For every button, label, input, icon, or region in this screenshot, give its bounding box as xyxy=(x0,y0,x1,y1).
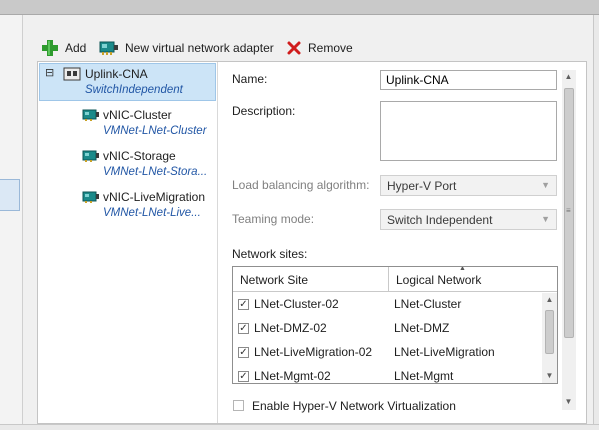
table-row[interactable]: ✓ LNet-LiveMigration-02 LNet-LiveMigrati… xyxy=(233,341,540,365)
tree-item-vnic-storage[interactable]: vNIC-Storage VMNet-LNet-Stora... xyxy=(80,147,216,183)
checkbox[interactable]: ✓ xyxy=(238,323,249,334)
form-scrollbar-thumb[interactable]: ≡ xyxy=(564,88,574,338)
column-header-logical-network[interactable]: Logical Network ▲ xyxy=(389,267,557,292)
load-balancing-label: Load balancing algorithm: xyxy=(232,178,370,192)
vnic-icon xyxy=(82,109,99,121)
logical-network-cell: LNet-Cluster xyxy=(394,297,462,311)
left-navigation-selected-item[interactable] xyxy=(0,179,20,211)
grip-icon: ≡ xyxy=(566,206,571,215)
tree-item-name: vNIC-Cluster xyxy=(103,108,172,122)
hnv-checkbox-label: Enable Hyper-V Network Virtualization xyxy=(252,399,456,413)
scroll-up-icon[interactable]: ▲ xyxy=(543,295,556,304)
sort-ascending-icon: ▲ xyxy=(459,266,466,272)
description-label: Description: xyxy=(232,104,296,118)
form-scrollbar[interactable]: ▲ ≡ ▼ xyxy=(562,70,576,410)
teaming-mode-label: Teaming mode: xyxy=(232,212,315,226)
add-button[interactable]: Add xyxy=(41,38,86,58)
tree-item-vnic-cluster[interactable]: vNIC-Cluster VMNet-LNet-Cluster xyxy=(80,106,216,142)
plus-icon xyxy=(42,40,58,56)
logical-network-cell: LNet-LiveMigration xyxy=(394,345,495,359)
window-right-border xyxy=(593,15,599,429)
network-site-cell: LNet-DMZ-02 xyxy=(254,321,327,335)
network-sites-grid: Network Site Logical Network ▲ ✓ LNet-Cl… xyxy=(232,266,558,384)
column-header-logical-network-label: Logical Network xyxy=(396,273,482,287)
name-input[interactable] xyxy=(380,70,557,90)
chevron-down-icon: ▼ xyxy=(541,180,550,190)
remove-button[interactable]: Remove xyxy=(286,38,353,58)
tree-item-vnic-livemigration[interactable]: vNIC-LiveMigration VMNet-LNet-Live... xyxy=(80,188,216,224)
new-virtual-network-adapter-button[interactable]: New virtual network adapter xyxy=(99,38,274,58)
teaming-mode-select[interactable]: Switch Independent ▼ xyxy=(380,209,557,230)
tree-item-name: vNIC-LiveMigration xyxy=(103,190,206,204)
network-site-cell: LNet-Cluster-02 xyxy=(254,297,339,311)
scroll-down-icon[interactable]: ▼ xyxy=(543,371,556,380)
tree-item-subtitle: SwitchIndependent xyxy=(85,84,183,96)
tree-item-name: vNIC-Storage xyxy=(103,149,176,163)
x-icon xyxy=(287,41,301,55)
remove-button-label: Remove xyxy=(308,41,353,55)
logical-network-cell: LNet-DMZ xyxy=(394,321,450,335)
chevron-down-icon: ▼ xyxy=(541,214,550,224)
load-balancing-value: Hyper-V Port xyxy=(387,179,457,193)
vnic-icon xyxy=(82,150,99,162)
column-header-network-site[interactable]: Network Site xyxy=(233,267,389,292)
teaming-mode-value: Switch Independent xyxy=(387,213,493,227)
window-top-band xyxy=(0,0,599,15)
network-site-cell: LNet-LiveMigration-02 xyxy=(254,345,373,359)
hnv-checkbox[interactable] xyxy=(233,400,244,411)
checkbox[interactable]: ✓ xyxy=(238,347,249,358)
tree-item-subtitle: VMNet-LNet-Cluster xyxy=(103,125,207,137)
logical-network-cell: LNet-Mgmt xyxy=(394,369,454,383)
load-balancing-select[interactable]: Hyper-V Port ▼ xyxy=(380,175,557,196)
scroll-up-icon[interactable]: ▲ xyxy=(562,72,575,81)
add-button-label: Add xyxy=(65,41,87,55)
network-adapter-icon xyxy=(99,41,118,55)
description-textarea[interactable] xyxy=(380,101,557,161)
network-sites-label: Network sites: xyxy=(232,247,308,261)
tree-item-name: Uplink-CNA xyxy=(85,67,148,81)
grid-scrollbar[interactable]: ▲ ▼ xyxy=(542,293,557,383)
tree-item-subtitle: VMNet-LNet-Stora... xyxy=(103,166,208,178)
name-label: Name: xyxy=(232,72,268,86)
grid-scrollbar-thumb[interactable] xyxy=(545,310,554,354)
network-site-cell: LNet-Mgmt-02 xyxy=(254,369,331,383)
tree-item-subtitle: VMNet-LNet-Live... xyxy=(103,207,201,219)
table-row[interactable]: ✓ LNet-Cluster-02 LNet-Cluster xyxy=(233,293,540,317)
collapse-toggle-icon[interactable]: ⊟ xyxy=(45,66,54,79)
scroll-down-icon[interactable]: ▼ xyxy=(562,397,575,406)
table-row[interactable]: ✓ LNet-Mgmt-02 LNet-Mgmt xyxy=(233,365,540,383)
network-card-icon xyxy=(63,67,81,81)
vnic-icon xyxy=(82,191,99,203)
checkbox[interactable]: ✓ xyxy=(238,371,249,382)
table-row[interactable]: ✓ LNet-DMZ-02 LNet-DMZ xyxy=(233,317,540,341)
left-navigation-strip xyxy=(0,15,23,429)
window-bottom-border xyxy=(0,424,599,430)
checkbox[interactable]: ✓ xyxy=(238,299,249,310)
new-virtual-network-adapter-label: New virtual network adapter xyxy=(125,41,274,55)
